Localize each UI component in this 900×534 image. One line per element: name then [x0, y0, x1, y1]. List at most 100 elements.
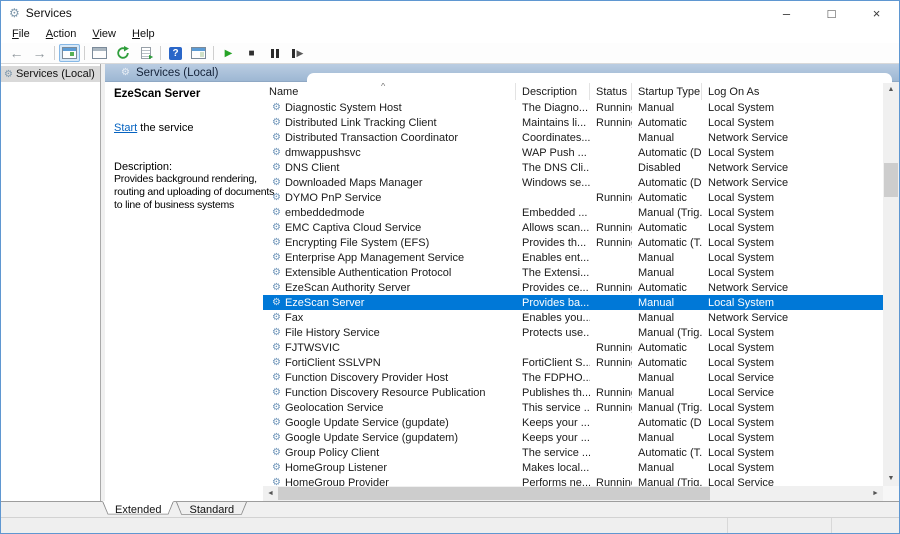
- column-header-description[interactable]: Description: [516, 82, 590, 100]
- service-row[interactable]: ⚙File History ServiceProtects use...Manu…: [263, 325, 883, 340]
- main-area: ⚙ Services (Local) ⚙ Services (Local) Ez…: [1, 64, 899, 501]
- view-tab-strip: Extended Standard: [1, 501, 899, 517]
- selected-service-title: EzeScan Server: [114, 88, 263, 100]
- tab-standard[interactable]: Standard: [176, 502, 247, 517]
- service-row[interactable]: ⚙FJTWSVICRunningAutomaticLocal System: [263, 340, 883, 355]
- horizontal-scrollbar[interactable]: ◄ ►: [263, 486, 883, 501]
- export-list-button[interactable]: [135, 44, 156, 62]
- service-name-cell: ⚙Distributed Link Tracking Client: [263, 117, 516, 129]
- restart-service-button[interactable]: ▶: [287, 44, 308, 62]
- column-header-status[interactable]: Status: [590, 82, 632, 100]
- service-row[interactable]: ⚙DYMO PnP ServiceRunningAutomaticLocal S…: [263, 190, 883, 205]
- export-list-icon: [141, 47, 151, 59]
- vertical-scrollbar[interactable]: ▲ ▼: [883, 82, 899, 486]
- service-name-text: dmwappushsvc: [285, 147, 361, 159]
- service-gear-icon: ⚙: [272, 162, 281, 173]
- help-button[interactable]: ?: [165, 44, 186, 62]
- service-name-text: Extensible Authentication Protocol: [285, 267, 451, 279]
- service-row[interactable]: ⚙Distributed Link Tracking ClientMaintai…: [263, 115, 883, 130]
- menu-action[interactable]: Action: [38, 26, 85, 42]
- service-row[interactable]: ⚙HomeGroup ListenerMakes local...ManualL…: [263, 460, 883, 475]
- toolbar: ← → ? ▶ ■ ▶: [1, 43, 899, 64]
- service-startup-type-cell: Automatic: [632, 342, 702, 354]
- scroll-up-icon[interactable]: ▲: [883, 82, 899, 97]
- column-header-startup-type[interactable]: Startup Type: [632, 82, 702, 100]
- service-row[interactable]: ⚙Group Policy ClientThe service ...Autom…: [263, 445, 883, 460]
- service-row[interactable]: ⚙dmwappushsvcWAP Push ...Automatic (D...…: [263, 145, 883, 160]
- service-logon-cell: Network Service: [702, 312, 883, 324]
- description-line: to line of business systems: [114, 199, 263, 212]
- service-name-text: DYMO PnP Service: [285, 192, 381, 204]
- menu-view[interactable]: View: [84, 26, 124, 42]
- service-row[interactable]: ⚙Google Update Service (gupdate)Keeps yo…: [263, 415, 883, 430]
- service-logon-cell: Local System: [702, 117, 883, 129]
- service-row[interactable]: ⚙Google Update Service (gupdatem)Keeps y…: [263, 430, 883, 445]
- service-logon-cell: Local System: [702, 357, 883, 369]
- scroll-left-icon[interactable]: ◄: [263, 486, 278, 501]
- horizontal-scrollbar-thumb[interactable]: [278, 487, 710, 500]
- service-name-text: EzeScan Server: [285, 297, 364, 309]
- minimize-button[interactable]: –: [764, 1, 809, 25]
- column-header-name[interactable]: Name: [263, 82, 516, 100]
- service-row[interactable]: ⚙Enterprise App Management ServiceEnable…: [263, 250, 883, 265]
- service-row[interactable]: ⚙DNS ClientThe DNS Cli...DisabledNetwork…: [263, 160, 883, 175]
- service-row[interactable]: ⚙HomeGroup ProviderPerforms ne...Running…: [263, 475, 883, 486]
- start-service-link[interactable]: Start: [114, 122, 137, 134]
- stop-service-button[interactable]: ■: [241, 44, 262, 62]
- service-row[interactable]: ⚙Function Discovery Resource Publication…: [263, 385, 883, 400]
- service-row[interactable]: ⚙Function Discovery Provider HostThe FDP…: [263, 370, 883, 385]
- service-name-text: Encrypting File System (EFS): [285, 237, 429, 249]
- service-name-text: File History Service: [285, 327, 380, 339]
- scroll-down-icon[interactable]: ▼: [883, 471, 899, 486]
- service-row[interactable]: ⚙embeddedmodeEmbedded ...Manual (Trig...…: [263, 205, 883, 220]
- properties-button[interactable]: [89, 44, 110, 62]
- service-description-cell: The DNS Cli...: [516, 162, 590, 174]
- service-logon-cell: Local System: [702, 297, 883, 309]
- service-gear-icon: ⚙: [272, 132, 281, 143]
- show-console-tree-button[interactable]: [59, 44, 80, 62]
- service-name-text: Fax: [285, 312, 303, 324]
- maximize-button[interactable]: □: [809, 1, 854, 25]
- service-row[interactable]: ⚙EMC Captiva Cloud ServiceAllows scan...…: [263, 220, 883, 235]
- vertical-scrollbar-thumb[interactable]: [884, 163, 898, 197]
- forward-button[interactable]: →: [29, 44, 50, 62]
- header-gear-icon: ⚙: [121, 67, 130, 78]
- service-name-text: Downloaded Maps Manager: [285, 177, 423, 189]
- service-gear-icon: ⚙: [272, 177, 281, 188]
- service-row[interactable]: ⚙Downloaded Maps ManagerWindows se...Aut…: [263, 175, 883, 190]
- service-row[interactable]: ⚙Distributed Transaction CoordinatorCoor…: [263, 130, 883, 145]
- tree-item-services-local[interactable]: ⚙ Services (Local): [1, 66, 100, 82]
- service-name-text: Google Update Service (gupdatem): [285, 432, 458, 444]
- service-name-text: HomeGroup Provider: [285, 477, 389, 487]
- service-startup-type-cell: Manual: [632, 132, 702, 144]
- service-row[interactable]: ⚙Encrypting File System (EFS)Provides th…: [263, 235, 883, 250]
- service-row[interactable]: ⚙EzeScan ServerProvides ba...ManualLocal…: [263, 295, 883, 310]
- service-row[interactable]: ⚙Geolocation ServiceThis service ...Runn…: [263, 400, 883, 415]
- service-row[interactable]: ⚙Diagnostic System HostThe Diagno...Runn…: [263, 100, 883, 115]
- service-row[interactable]: ⚙FaxEnables you...ManualNetwork Service: [263, 310, 883, 325]
- back-button[interactable]: ←: [6, 44, 27, 62]
- status-pane-tertiary: [832, 518, 899, 533]
- service-description-cell: The Diagno...: [516, 102, 590, 114]
- tab-extended[interactable]: Extended: [102, 502, 174, 517]
- refresh-button[interactable]: [112, 44, 133, 62]
- start-service-button[interactable]: ▶: [218, 44, 239, 62]
- column-header-log-on-as[interactable]: Log On As: [702, 82, 883, 100]
- close-button[interactable]: ×: [854, 1, 899, 25]
- pause-service-button[interactable]: [264, 44, 285, 62]
- service-gear-icon: ⚙: [272, 477, 281, 486]
- service-startup-type-cell: Automatic: [632, 222, 702, 234]
- service-logon-cell: Local System: [702, 462, 883, 474]
- service-row[interactable]: ⚙EzeScan Authority ServerProvides ce...R…: [263, 280, 883, 295]
- menu-file[interactable]: File: [4, 26, 38, 42]
- service-description-cell: Publishes th...: [516, 387, 590, 399]
- show-action-pane-button[interactable]: [188, 44, 209, 62]
- service-name-cell: ⚙FortiClient SSLVPN: [263, 357, 516, 369]
- scroll-right-icon[interactable]: ►: [868, 486, 883, 501]
- service-row[interactable]: ⚙Extensible Authentication ProtocolThe E…: [263, 265, 883, 280]
- menu-help[interactable]: Help: [124, 26, 163, 42]
- service-logon-cell: Local System: [702, 327, 883, 339]
- service-description-cell: WAP Push ...: [516, 147, 590, 159]
- service-row[interactable]: ⚙FortiClient SSLVPNFortiClient S...Runni…: [263, 355, 883, 370]
- service-status-cell: Running: [590, 477, 632, 487]
